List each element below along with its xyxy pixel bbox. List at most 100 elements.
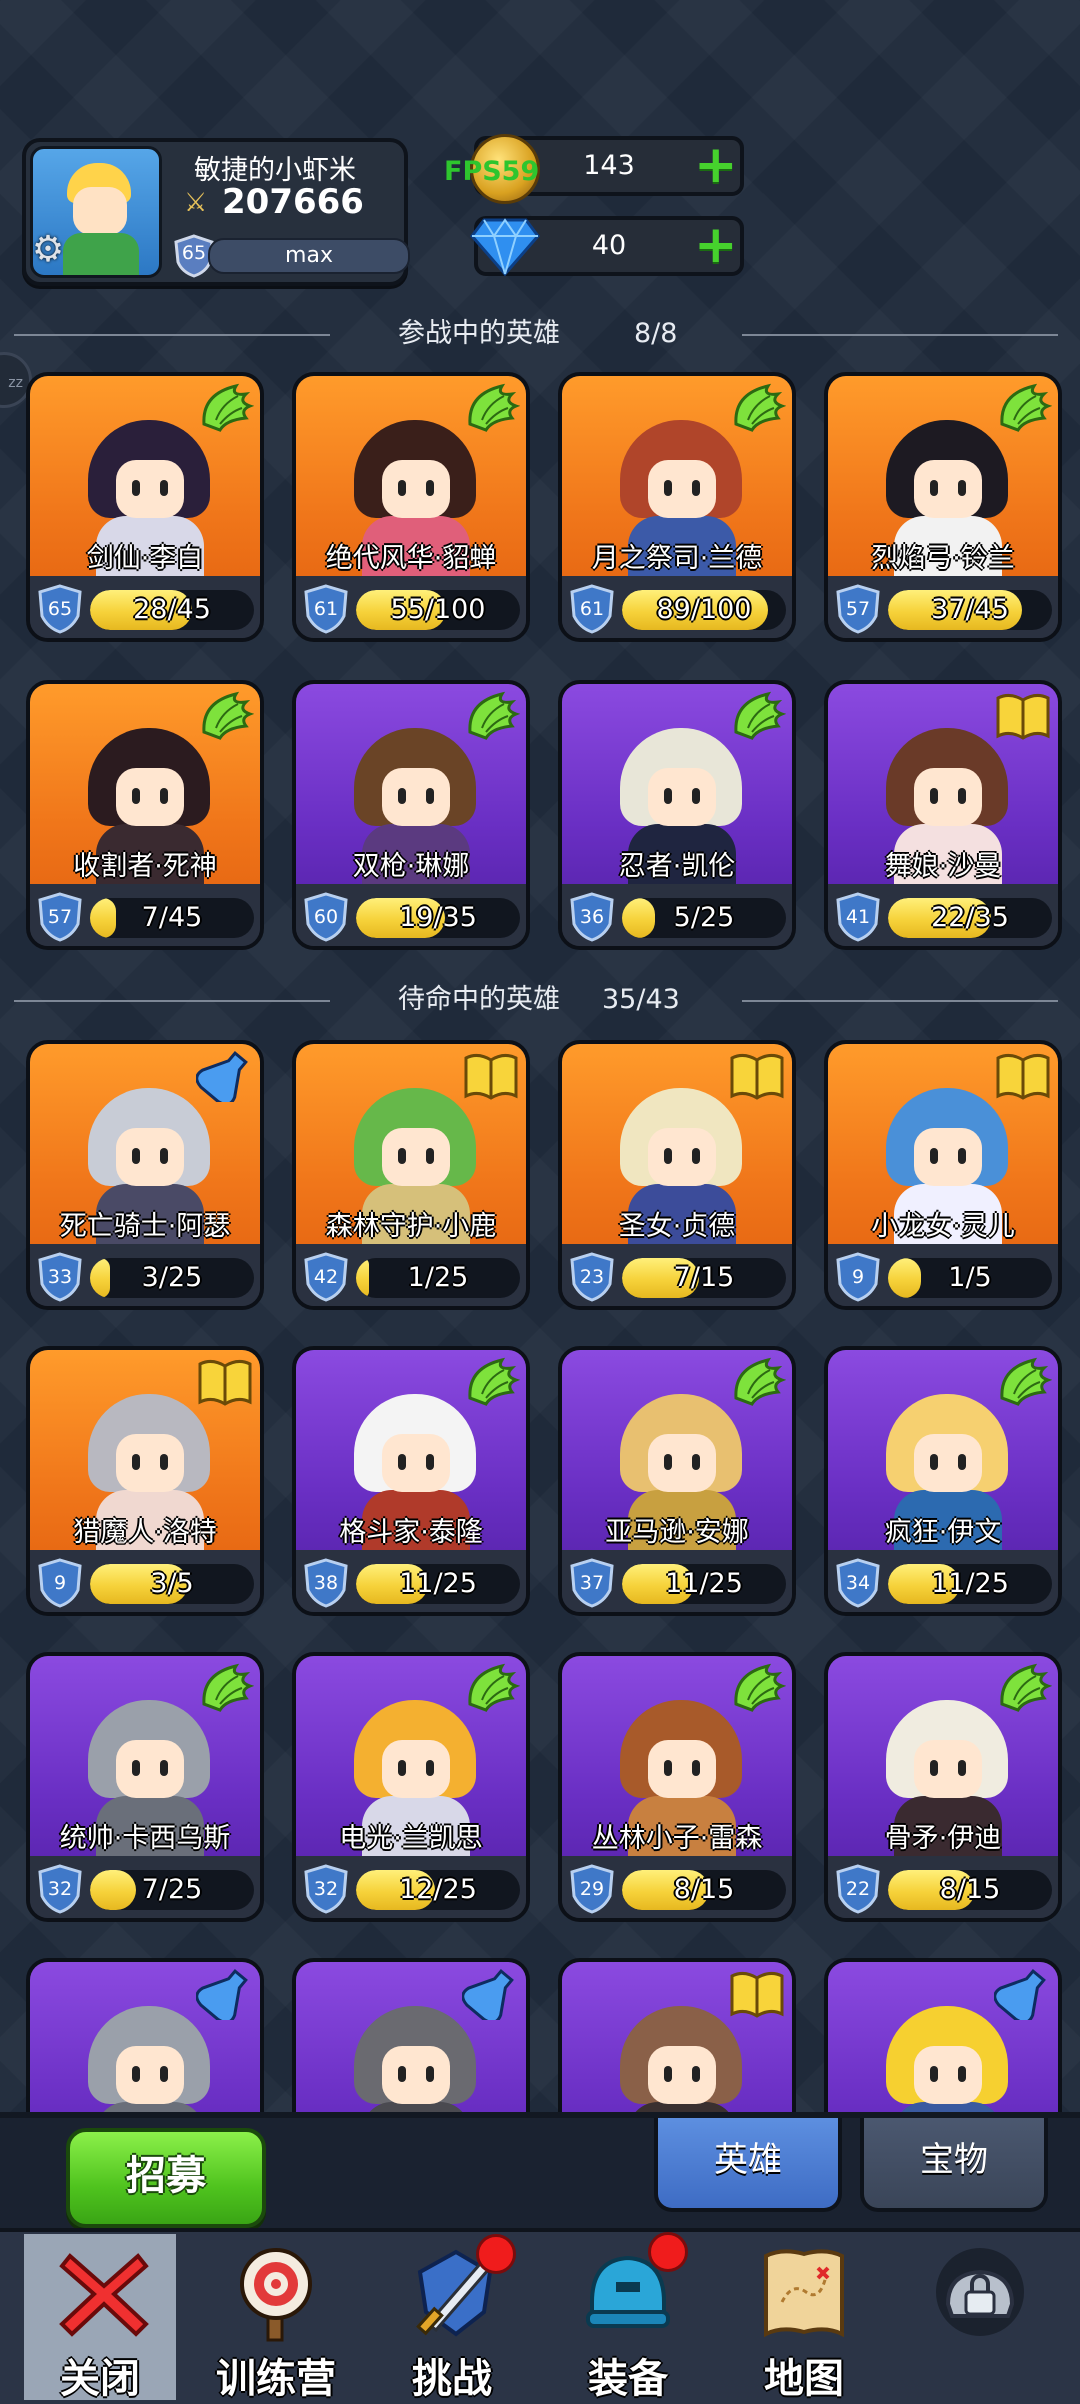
- hero-card-footer: 23 7/15: [562, 1244, 792, 1306]
- hero-card-footer: 61 89/100: [562, 576, 792, 638]
- hero-card[interactable]: 圣女·贞德 23 7/15: [558, 1040, 796, 1310]
- hero-card[interactable]: 双枪·琳娜 60 19/35: [292, 680, 530, 950]
- hero-card-footer: 38 11/25: [296, 1550, 526, 1612]
- close-icon: [59, 2253, 149, 2337]
- hero-card[interactable]: 疯狂·伊文 34 11/25: [824, 1346, 1062, 1616]
- settings-gear-icon[interactable]: ⚙: [28, 230, 68, 270]
- hero-shard-progress-bar: 37/45: [888, 590, 1052, 630]
- hero-card[interactable]: 剑仙·李白 65 28/45: [26, 372, 264, 642]
- hero-name: 丛林小子·雷森: [591, 1823, 763, 1854]
- hero-level: 36: [579, 906, 605, 928]
- hero-card-footer: 9 1/5: [828, 1244, 1058, 1306]
- nav-training-camp-label: 训练营: [216, 2356, 336, 2402]
- hero-shard-progress: 8/15: [673, 1874, 735, 1905]
- nav-equipment-label: 装备: [588, 2356, 668, 2402]
- potion-icon: [196, 1051, 248, 1102]
- tab-treasures[interactable]: 宝物: [860, 2118, 1048, 2212]
- hero-level: 9: [53, 1572, 67, 1594]
- hero-shard-progress: 11/25: [399, 1568, 477, 1599]
- wing-icon: [468, 1663, 520, 1712]
- hero-card[interactable]: 收割者·死神 57 7/45: [26, 680, 264, 950]
- book-icon: [730, 1971, 784, 2018]
- hero-level: 32: [313, 1878, 339, 1900]
- hero-level: 9: [851, 1266, 865, 1288]
- recruit-button[interactable]: 招募: [66, 2128, 266, 2228]
- hero-card-footer: 61 55/100: [296, 576, 526, 638]
- equipment-notification-dot: [648, 2232, 688, 2272]
- hero-card[interactable]: 丛林小子·雷森 29 8/15: [558, 1652, 796, 1922]
- hero-shard-progress: 8/15: [939, 1874, 1001, 1905]
- hero-shard-progress: 1/5: [948, 1262, 992, 1293]
- active-heroes-header: 参战中的英雄 8/8: [0, 312, 1080, 356]
- exp-bar-label: max: [285, 243, 333, 268]
- hero-card[interactable]: 绝代风华·貂蝉 61 55/100: [292, 372, 530, 642]
- hero-card[interactable]: 森林守护·小鹿 42 1/25: [292, 1040, 530, 1310]
- hero-name: 骨矛·伊迪: [884, 1823, 1002, 1854]
- hero-card[interactable]: 死亡骑士·阿瑟 33 3/25: [26, 1040, 264, 1310]
- hero-card[interactable]: 统帅·卡西乌斯 32 7/25: [26, 1652, 264, 1922]
- hero-name: 剑仙·李白: [86, 543, 204, 574]
- add-gems-button[interactable]: +: [694, 219, 738, 271]
- wing-icon: [1000, 1663, 1052, 1712]
- hero-shard-progress-bar: 3/25: [90, 1258, 254, 1298]
- crossed-swords-icon: ⚔: [184, 188, 208, 218]
- hero-shard-progress-bar: 7/25: [90, 1870, 254, 1910]
- tab-heroes[interactable]: 英雄: [654, 2118, 842, 2212]
- hero-card[interactable]: 猎魔人·洛特 9 3/5: [26, 1346, 264, 1616]
- hero-card[interactable]: 月之祭司·兰德 61 89/100: [558, 372, 796, 642]
- standby-heroes-header: 待命中的英雄 35/43: [0, 978, 1080, 1022]
- wing-icon: [468, 691, 520, 740]
- hero-card[interactable]: 舞娘·沙曼 41 22/35: [824, 680, 1062, 950]
- hero-card-footer: 9 3/5: [30, 1550, 260, 1612]
- hero-name: 森林守护·小鹿: [325, 1211, 497, 1242]
- player-profile-panel[interactable]: ⚙ 敏捷的小虾米 ⚔ 207666 65 max: [22, 138, 410, 286]
- hero-level: 61: [579, 598, 605, 620]
- hero-name: 双枪·琳娜: [352, 851, 470, 882]
- hero-level: 29: [579, 1878, 605, 1900]
- hero-level: 33: [47, 1266, 73, 1288]
- wing-icon: [1000, 383, 1052, 432]
- potion-icon: [462, 1969, 514, 2020]
- hero-card[interactable]: 电光·兰凯思 32 12/25: [292, 1652, 530, 1922]
- wing-icon: [1000, 1357, 1052, 1406]
- hero-name: 烈焰弓·铃兰: [871, 543, 1015, 574]
- hero-shard-progress: 1/25: [407, 1262, 469, 1293]
- wing-icon: [734, 383, 786, 432]
- hero-shard-progress: 3/5: [150, 1568, 194, 1599]
- hero-level: 61: [313, 598, 339, 620]
- nav-challenge-label: 挑战: [412, 2356, 492, 2402]
- hero-level: 57: [47, 906, 73, 928]
- hero-card[interactable]: 格斗家·泰隆 38 11/25: [292, 1346, 530, 1616]
- challenge-notification-dot: [476, 2234, 516, 2274]
- hero-shard-progress-bar: 1/5: [888, 1258, 1052, 1298]
- hero-shard-progress-bar: 3/5: [90, 1564, 254, 1604]
- potion-icon: [196, 1969, 248, 2020]
- hero-name: 猎魔人·洛特: [73, 1517, 217, 1548]
- hero-shard-progress-bar: 19/35: [356, 898, 520, 938]
- nav-challenge[interactable]: 挑战: [372, 2234, 532, 2402]
- combat-power: 207666: [222, 182, 364, 222]
- hero-card-footer: 57 37/45: [828, 576, 1058, 638]
- nav-training-camp[interactable]: 训练营: [196, 2234, 356, 2402]
- add-gold-button[interactable]: +: [694, 139, 738, 191]
- nav-equipment[interactable]: 装备: [548, 2232, 708, 2402]
- hero-level: 65: [47, 598, 73, 620]
- hero-card[interactable]: 骨矛·伊迪 22 8/15: [824, 1652, 1062, 1922]
- hero-card-footer: 36 5/25: [562, 884, 792, 946]
- nav-close[interactable]: 关闭: [24, 2234, 176, 2402]
- hero-card[interactable]: 忍者·凯伦 36 5/25: [558, 680, 796, 950]
- hero-shard-progress: 3/25: [141, 1262, 203, 1293]
- hero-shard-progress: 7/45: [141, 902, 203, 933]
- hero-card[interactable]: 小龙女·灵儿 9 1/5: [824, 1040, 1062, 1310]
- hero-card[interactable]: 亚马逊·安娜 37 11/25: [558, 1346, 796, 1616]
- hero-shard-progress: 12/25: [399, 1874, 477, 1905]
- hero-shard-progress-bar: 11/25: [356, 1564, 520, 1604]
- hero-level: 32: [47, 1878, 73, 1900]
- hero-card[interactable]: 烈焰弓·铃兰 57 37/45: [824, 372, 1062, 642]
- wing-icon: [734, 1663, 786, 1712]
- hero-name: 电光·兰凯思: [339, 1823, 483, 1854]
- nav-locked[interactable]: [900, 2234, 1060, 2400]
- nav-map[interactable]: 地图: [724, 2234, 884, 2402]
- book-icon: [996, 693, 1050, 740]
- hero-shard-progress-bar: 1/25: [356, 1258, 520, 1298]
